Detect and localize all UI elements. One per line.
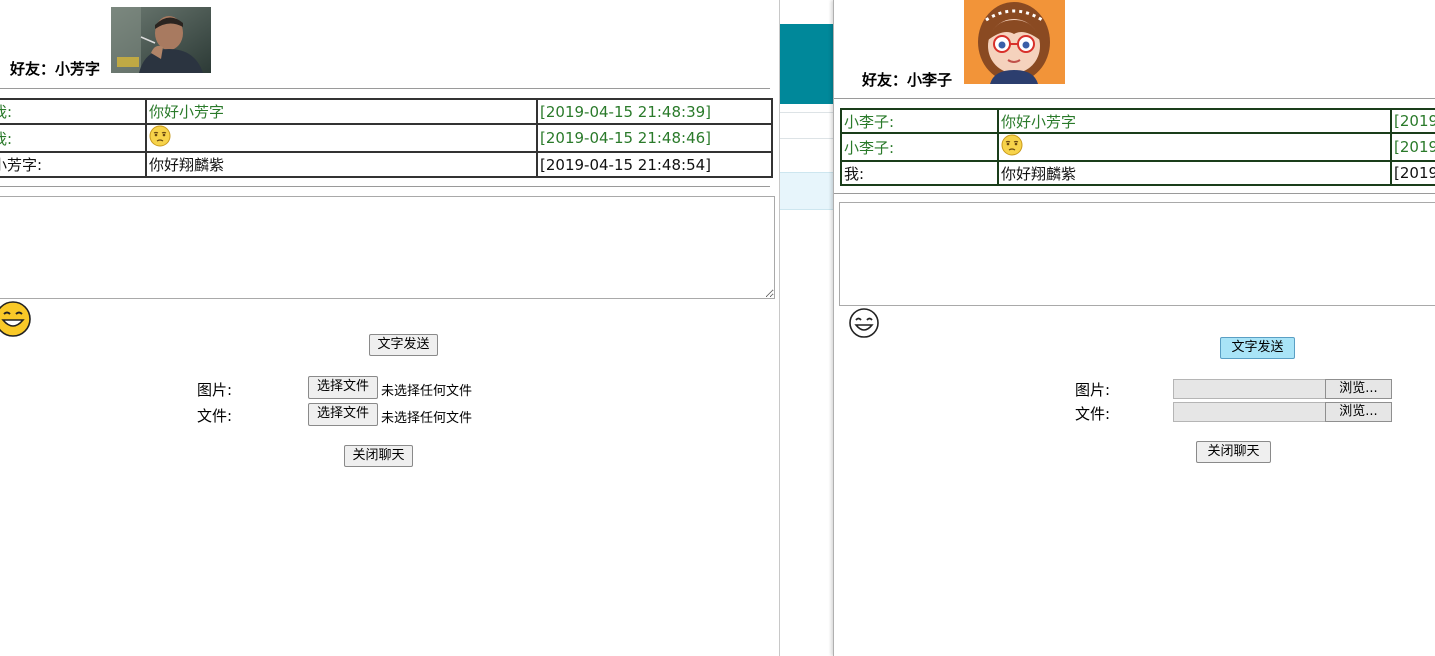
friend-avatar bbox=[111, 7, 211, 73]
close-chat-button[interactable]: 关闭聊天 bbox=[344, 445, 413, 467]
message-content: 你好小芳字 bbox=[997, 108, 1392, 134]
choose-file-button[interactable]: 选择文件 bbox=[308, 403, 378, 426]
message-time: [2019-04-15 21:48:39] bbox=[536, 98, 773, 125]
divider bbox=[780, 138, 834, 139]
message-content: 你好小芳字 bbox=[145, 98, 538, 125]
teal-band bbox=[780, 24, 834, 104]
message-sender: 我: bbox=[0, 98, 147, 125]
divider bbox=[0, 88, 770, 89]
message-sender: 小芳字: bbox=[0, 151, 147, 178]
message-time: [2019-04-15 21:48:46] bbox=[536, 123, 773, 153]
message-input[interactable] bbox=[839, 202, 1435, 306]
friend-title: 好友：小李子 bbox=[862, 71, 953, 89]
right-chat-window: 好友：小李子 小李子: 你好小芳字 [2019-04-15 21:48:39] … bbox=[833, 0, 1435, 656]
divider bbox=[0, 186, 770, 187]
no-image-text: 未选择任何文件 bbox=[381, 384, 473, 399]
background-window bbox=[779, 0, 834, 656]
message-content: 你好翔麟紫 bbox=[145, 151, 538, 178]
message-row: 小芳字: 你好翔麟紫 [2019-04-15 21:48:54] bbox=[0, 151, 773, 178]
file-field[interactable] bbox=[1173, 402, 1327, 422]
message-time: [2019-04-15 21:48:54] bbox=[1390, 160, 1435, 186]
pensive-face-icon bbox=[149, 126, 171, 147]
selected-row bbox=[780, 172, 834, 210]
image-file-field[interactable] bbox=[1173, 379, 1327, 399]
message-time: [2019-04-15 21:48:39] bbox=[1390, 108, 1435, 134]
message-row: 小李子: [2019-04-15 21:48:46] bbox=[840, 132, 1435, 162]
file-label: 文件: bbox=[1075, 405, 1111, 423]
emoji-picker-icon[interactable] bbox=[0, 300, 32, 338]
browse-file-button[interactable]: 浏览... bbox=[1325, 402, 1392, 422]
divider bbox=[834, 193, 1435, 194]
message-table: 我: 你好小芳字 [2019-04-15 21:48:39] 我: [2019-… bbox=[0, 98, 773, 178]
message-input[interactable] bbox=[0, 196, 775, 299]
divider bbox=[834, 98, 1435, 99]
message-sender: 小李子: bbox=[840, 108, 999, 134]
divider bbox=[780, 112, 834, 113]
message-sender: 我: bbox=[0, 123, 147, 153]
message-row: 我: 你好翔麟紫 [2019-04-15 21:48:54] bbox=[840, 160, 1435, 186]
message-content: 你好翔麟紫 bbox=[997, 160, 1392, 186]
friend-avatar bbox=[964, 0, 1065, 84]
browse-image-button[interactable]: 浏览... bbox=[1325, 379, 1392, 399]
choose-image-button[interactable]: 选择文件 bbox=[308, 376, 378, 399]
message-sender: 我: bbox=[840, 160, 999, 186]
message-sender: 小李子: bbox=[840, 132, 999, 162]
no-file-text: 未选择任何文件 bbox=[381, 411, 473, 426]
send-text-button[interactable]: 文字发送 bbox=[1220, 337, 1295, 359]
emoji-picker-icon[interactable] bbox=[848, 307, 880, 339]
image-label: 图片: bbox=[197, 381, 233, 399]
message-row: 我: 你好小芳字 [2019-04-15 21:48:39] bbox=[0, 98, 773, 125]
friend-title: 好友：小芳字 bbox=[10, 60, 101, 78]
message-row: 我: [2019-04-15 21:48:46] bbox=[0, 123, 773, 153]
left-chat-window: 好友：小芳字 我: 你好小芳字 [2019-04-15 21:48:39] bbox=[0, 0, 779, 656]
message-time: [2019-04-15 21:48:46] bbox=[1390, 132, 1435, 162]
close-chat-button[interactable]: 关闭聊天 bbox=[1196, 441, 1271, 463]
message-time: [2019-04-15 21:48:54] bbox=[536, 151, 773, 178]
image-label: 图片: bbox=[1075, 381, 1111, 399]
message-content bbox=[145, 123, 538, 153]
file-label: 文件: bbox=[197, 407, 233, 425]
message-table: 小李子: 你好小芳字 [2019-04-15 21:48:39] 小李子: [2… bbox=[840, 108, 1435, 186]
pensive-face-icon bbox=[1001, 135, 1023, 156]
message-content bbox=[997, 132, 1392, 162]
send-text-button[interactable]: 文字发送 bbox=[369, 334, 438, 356]
message-row: 小李子: 你好小芳字 [2019-04-15 21:48:39] bbox=[840, 108, 1435, 134]
